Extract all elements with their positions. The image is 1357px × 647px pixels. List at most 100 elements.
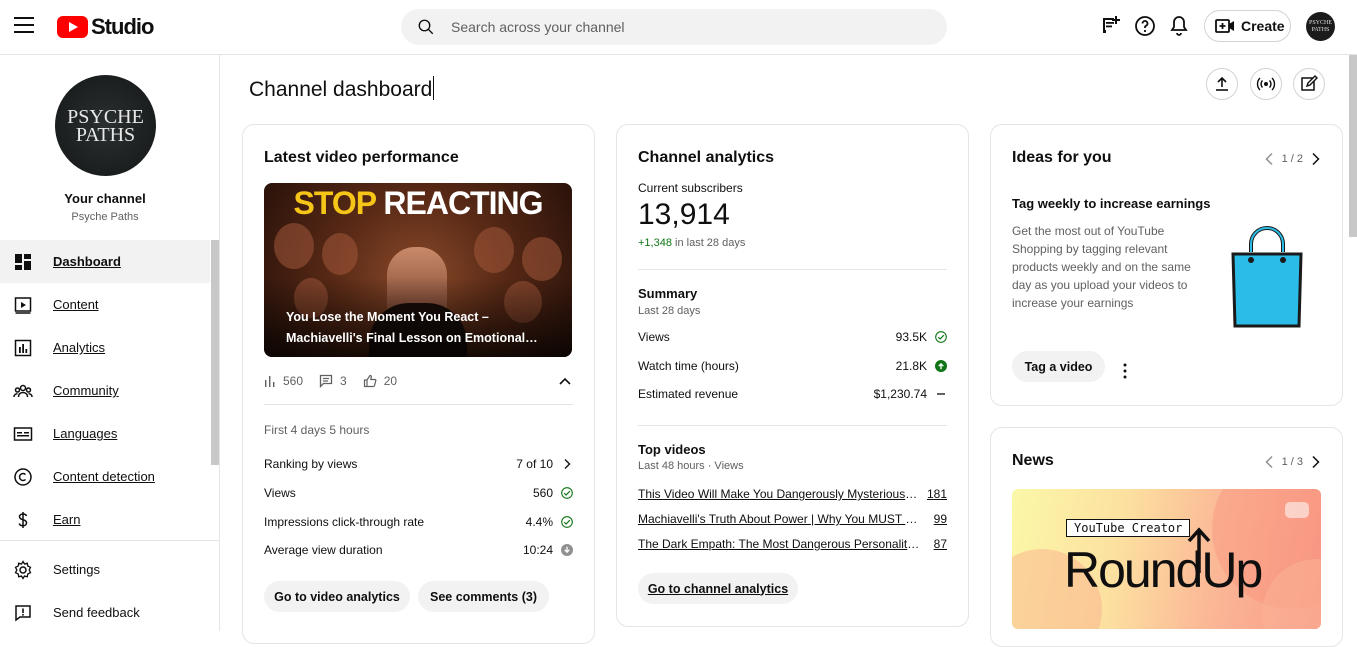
- sidebar-item-label: Languages: [53, 426, 118, 441]
- top-videos-title: Top videos: [638, 442, 706, 457]
- captions-feedback-icon[interactable]: [1099, 14, 1123, 38]
- studio-logo[interactable]: Studio: [57, 14, 154, 40]
- chevron-left-icon[interactable]: [1264, 455, 1274, 469]
- top-video-item[interactable]: This Video Will Make You Dangerously Mys…: [638, 487, 947, 501]
- more-vertical-icon[interactable]: [1115, 361, 1135, 381]
- top-video-item[interactable]: The Dark Empath: The Most Dangerous Pers…: [638, 537, 947, 551]
- delta-value: +1,348: [638, 237, 672, 249]
- top-video-item[interactable]: Machiavelli's Truth About Power | Why Yo…: [638, 512, 947, 526]
- chevron-right-icon: [564, 459, 571, 469]
- divider: [638, 425, 947, 426]
- sidebar-item-languages[interactable]: Languages: [0, 412, 210, 455]
- sidebar-item-content-detection[interactable]: Content detection: [0, 455, 210, 498]
- idea-title: Tag weekly to increase earnings: [1012, 196, 1211, 211]
- video-thumbnail[interactable]: STOP REACTING You Lose the Moment You Re…: [264, 183, 572, 357]
- row-value: 21.8K: [895, 359, 927, 373]
- tag-a-video-button[interactable]: Tag a video: [1012, 351, 1105, 382]
- dash-icon: [937, 393, 945, 395]
- page-scrollbar[interactable]: [1349, 55, 1357, 237]
- feedback-icon: [15, 604, 31, 621]
- pager-text: 1 / 2: [1281, 153, 1303, 165]
- notifications-bell-icon[interactable]: [1167, 14, 1191, 38]
- top-video-title[interactable]: The Dark Empath: The Most Dangerous Pers…: [638, 537, 920, 551]
- sidebar-item-send-feedback[interactable]: Send feedback: [0, 591, 210, 634]
- search-input[interactable]: [451, 9, 931, 45]
- top-video-title[interactable]: This Video Will Make You Dangerously Mys…: [638, 487, 920, 501]
- chevron-right-icon[interactable]: [1311, 152, 1321, 166]
- help-icon[interactable]: [1133, 14, 1157, 38]
- ranking-row[interactable]: Ranking by views 7 of 10: [264, 454, 573, 474]
- video-stats: 560 3 20: [264, 371, 573, 391]
- sidebar-item-label: Send feedback: [53, 605, 140, 620]
- channel-name: Psyche Paths: [71, 211, 139, 223]
- comment-icon: [319, 374, 333, 388]
- sidebar-item-label: Content detection: [53, 469, 155, 484]
- thumb-word-white: REACTING: [383, 185, 543, 221]
- comments-count: 3: [340, 374, 347, 388]
- search-icon[interactable]: [417, 18, 435, 36]
- create-button[interactable]: Create: [1204, 10, 1291, 42]
- sidebar-item-content[interactable]: Content: [0, 283, 210, 326]
- row-value: 10:24: [522, 543, 553, 557]
- ctr-row: Impressions click-through rate 4.4%: [264, 512, 573, 532]
- avg-duration-row: Average view duration 10:24: [264, 540, 573, 560]
- see-comments-button[interactable]: See comments (3): [418, 581, 549, 612]
- likes-stat: 20: [363, 374, 397, 388]
- summary-period: Last 28 days: [638, 305, 701, 317]
- news-headline: RoundUp: [1064, 542, 1263, 598]
- search-bar[interactable]: [401, 9, 947, 45]
- check-circle-icon: [561, 487, 573, 499]
- news-image[interactable]: YouTube Creator RoundUp: [1012, 489, 1321, 629]
- row-label: Estimated revenue: [638, 387, 739, 401]
- ideas-card: Ideas for you 1 / 2 Tag weekly to increa…: [990, 124, 1343, 406]
- comments-stat: 3: [319, 374, 347, 388]
- sidebar-item-analytics[interactable]: Analytics: [0, 326, 210, 369]
- thumb-word-yellow: STOP: [293, 185, 377, 221]
- go-live-button[interactable]: [1250, 68, 1282, 100]
- summary-views-row: Views 93.5K: [638, 327, 947, 347]
- arrow-up-icon: [1187, 527, 1211, 573]
- thumbs-up-icon: [363, 374, 377, 388]
- sidebar-item-earn[interactable]: Earn: [0, 498, 210, 541]
- latest-video-card: Latest video performance STOP REACTING Y…: [242, 124, 595, 644]
- ideas-pager: 1 / 2: [1264, 152, 1321, 166]
- sidebar-scrollbar[interactable]: [211, 240, 219, 465]
- sidebar-item-settings[interactable]: Settings: [0, 548, 210, 591]
- edit-icon: [1301, 75, 1318, 91]
- sidebar-item-dashboard[interactable]: Dashboard: [0, 240, 210, 283]
- content-icon: [14, 296, 32, 314]
- chevron-right-icon[interactable]: [1311, 455, 1321, 469]
- row-label: Views: [264, 486, 296, 500]
- news-tag: YouTube Creator: [1066, 519, 1191, 537]
- views-count: 560: [283, 374, 304, 388]
- dashboard-icon: [15, 253, 31, 270]
- account-avatar[interactable]: PSYCHE PATHS: [1306, 12, 1335, 41]
- card-title: Channel analytics: [638, 149, 775, 166]
- up-circle-icon: [935, 360, 947, 372]
- row-value: $1,230.74: [873, 387, 927, 401]
- sidebar-item-community[interactable]: Community: [0, 369, 210, 412]
- upload-icon: [1216, 76, 1228, 91]
- card-title: News: [1012, 452, 1054, 469]
- go-to-video-analytics-button[interactable]: Go to video analytics: [264, 581, 410, 612]
- row-label: Impressions click-through rate: [264, 515, 425, 529]
- logo-text: Studio: [91, 14, 154, 39]
- chevron-up-icon[interactable]: [559, 377, 571, 385]
- channel-analytics-card: Channel analytics Current subscribers 13…: [616, 124, 969, 627]
- top-video-title[interactable]: Machiavelli's Truth About Power | Why Yo…: [638, 512, 920, 526]
- news-card: News 1 / 3 YouTube Creator RoundUp: [990, 427, 1343, 647]
- youtube-logo-icon: [57, 16, 88, 38]
- row-label: Views: [638, 330, 670, 344]
- upload-button[interactable]: [1206, 68, 1238, 100]
- chevron-left-icon[interactable]: [1264, 152, 1274, 166]
- row-value: 560: [532, 486, 553, 500]
- sidebar-nav: Dashboard Content Analytics Community La…: [0, 240, 210, 541]
- sidebar-divider: [0, 540, 220, 541]
- menu-icon[interactable]: [14, 17, 34, 33]
- channel-avatar[interactable]: PSYCHE PATHS: [55, 75, 156, 176]
- summary-watch-time-row: Watch time (hours) 21.8K: [638, 356, 947, 376]
- row-label: Watch time (hours): [638, 359, 739, 373]
- top-video-views: 181: [926, 487, 947, 501]
- go-to-channel-analytics-button[interactable]: Go to channel analytics: [638, 573, 798, 604]
- create-post-button[interactable]: [1293, 68, 1325, 100]
